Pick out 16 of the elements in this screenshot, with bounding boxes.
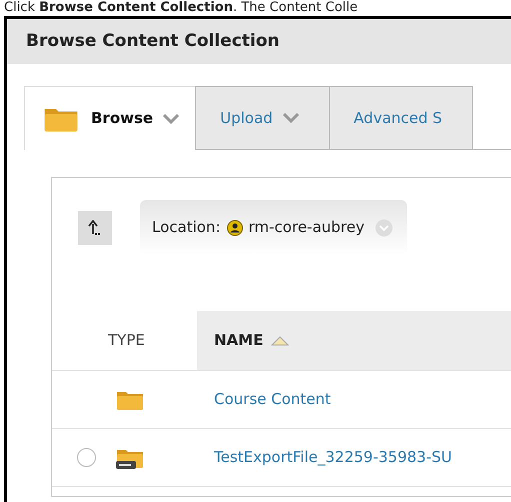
page-title: Browse Content Collection [7, 19, 511, 64]
file-link[interactable]: Course Content [214, 388, 331, 411]
dropdown-icon[interactable] [374, 218, 392, 236]
caption-text: Click Browse Content Collection. The Content Colle [3, 0, 359, 16]
tab[interactable]: Browse [24, 86, 196, 150]
radio-button[interactable] [77, 448, 96, 467]
column-header[interactable]: NAME [197, 311, 511, 370]
parent-folder-button[interactable] [78, 210, 112, 244]
tab[interactable]: Upload [195, 86, 330, 149]
up-arrow-icon [88, 220, 102, 236]
column-header[interactable]: TYPE [52, 311, 197, 370]
file-link[interactable]: TestExportFile_32259-35983-SU [214, 446, 452, 469]
user-icon [226, 220, 242, 236]
location-label: Location: [152, 217, 220, 238]
tab[interactable]: Advanced S [330, 86, 474, 149]
location-value: rm-core-aubrey [248, 217, 364, 238]
